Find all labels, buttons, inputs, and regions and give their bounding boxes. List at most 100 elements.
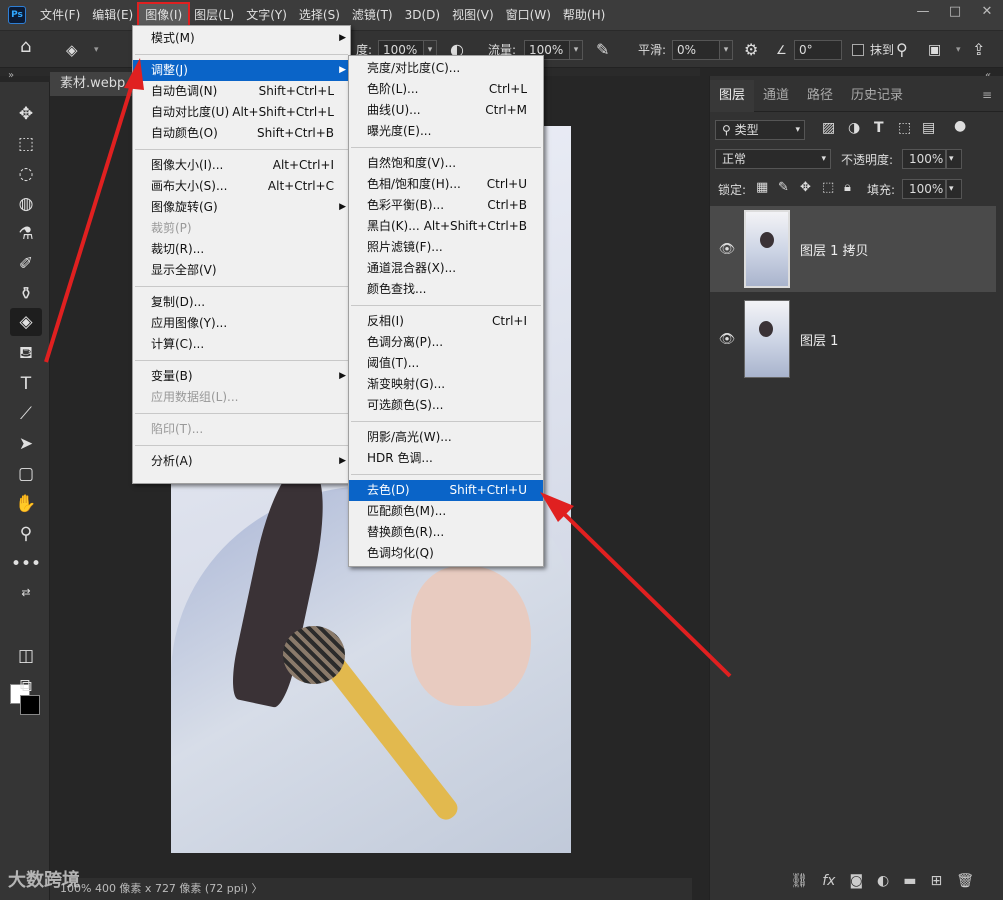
lock-position-icon[interactable]: ✥ <box>800 180 811 195</box>
fx-icon[interactable]: fx <box>822 873 835 889</box>
adjust-menu-item[interactable]: 曲线(U)... Ctrl+M <box>349 100 543 121</box>
opacity-chevron-icon[interactable]: ▾ <box>946 149 962 169</box>
adjust-menu-item[interactable]: 色阶(L)... Ctrl+L <box>349 79 543 100</box>
lock-artboard-icon[interactable]: ⬚ <box>822 180 834 195</box>
eraser-tool-icon[interactable]: ◈ <box>10 308 42 336</box>
image-menu-item[interactable]: 分析(A) ▶ <box>133 451 350 472</box>
quick-mask-icon[interactable]: ◫ <box>10 642 42 670</box>
image-menu-item[interactable]: 自动颜色(O) Shift+Ctrl+B <box>133 123 350 144</box>
eraser-tool-icon[interactable]: ◈ <box>66 40 78 60</box>
minimize-button[interactable]: — <box>907 0 939 24</box>
trash-icon[interactable]: 🗑︎ <box>956 873 974 889</box>
adjust-menu-item[interactable]: 色调均化(Q) <box>349 543 543 564</box>
quick-select-tool-icon[interactable]: ◍ <box>10 190 42 218</box>
visibility-eye-icon[interactable]: 👁︎ <box>710 242 744 257</box>
menu-9[interactable]: 窗口(W) <box>500 4 557 26</box>
workspace-chevron-icon[interactable]: ▾ <box>956 40 961 60</box>
layer-row[interactable]: 👁︎ 图层 1 <box>710 296 996 382</box>
adjust-menu-item[interactable]: 色调分离(P)... <box>349 332 543 353</box>
menu-10[interactable]: 帮助(H) <box>557 4 611 26</box>
adjust-menu-item[interactable]: 照片滤镜(F)... <box>349 237 543 258</box>
menu-8[interactable]: 视图(V) <box>446 4 500 26</box>
close-button[interactable]: ✕ <box>971 0 1003 24</box>
adjust-menu-item[interactable]: 反相(I) Ctrl+I <box>349 311 543 332</box>
image-menu-item[interactable]: 图像大小(I)... Alt+Ctrl+I <box>133 155 350 176</box>
brush-tool-icon[interactable]: ✐ <box>10 250 42 278</box>
eyedropper-tool-icon[interactable]: ⚗ <box>10 220 42 248</box>
toolbar-collapse-icon[interactable]: » <box>8 70 14 81</box>
tool-preset-chevron-icon[interactable]: ▾ <box>94 40 99 60</box>
layer-opacity-input[interactable]: 100% <box>902 149 946 169</box>
add-mask-icon[interactable]: ◙ <box>849 873 863 889</box>
adjust-menu-item[interactable]: 阴影/高光(W)... <box>349 427 543 448</box>
shape-filter-icon[interactable]: ⬚ <box>898 120 911 136</box>
image-menu-item[interactable]: 自动色调(N) Shift+Ctrl+L <box>133 81 350 102</box>
adjust-menu-item[interactable]: 通道混合器(X)... <box>349 258 543 279</box>
adjust-menu-item[interactable]: 替换颜色(R)... <box>349 522 543 543</box>
adjust-menu-item[interactable]: HDR 色调... <box>349 448 543 469</box>
adjust-menu-item[interactable]: 颜色查找... <box>349 279 543 300</box>
image-menu-item[interactable]: 复制(D)... <box>133 292 350 313</box>
tab-layers[interactable]: 图层 <box>710 80 755 112</box>
image-menu-item[interactable]: 模式(M) ▶ <box>133 28 350 49</box>
menu-5[interactable]: 选择(S) <box>293 4 346 26</box>
adjust-menu-item[interactable]: 曝光度(E)... <box>349 121 543 142</box>
marquee-tool-icon[interactable]: ⬚ <box>10 130 42 158</box>
airbrush-icon[interactable]: ✎ <box>596 40 609 60</box>
lock-all-icon[interactable]: 🔒︎ <box>844 180 851 195</box>
image-menu-item[interactable]: 变量(B) ▶ <box>133 366 350 387</box>
image-filter-icon[interactable]: ▨ <box>822 120 835 136</box>
hand-tool-icon[interactable]: ✋ <box>10 490 42 518</box>
tab-paths[interactable]: 路径 <box>798 80 842 112</box>
image-menu-item[interactable]: 调整(J) ▶ <box>133 60 350 81</box>
image-menu-item[interactable]: 自动对比度(U) Alt+Shift+Ctrl+L <box>133 102 350 123</box>
share-icon[interactable]: ⇪ <box>972 40 985 60</box>
visibility-eye-icon[interactable]: 👁︎ <box>710 332 744 347</box>
panel-menu-icon[interactable]: ≡ <box>982 88 992 102</box>
adjust-menu-item[interactable]: 去色(D) Shift+Ctrl+U <box>349 480 543 501</box>
screen-mode-icon[interactable]: ⧉ <box>10 672 42 700</box>
new-group-icon[interactable]: ▬ <box>903 873 916 889</box>
gear-icon[interactable]: ⚙ <box>744 40 758 60</box>
angle-input[interactable]: 0° <box>794 40 842 60</box>
type-filter-icon[interactable]: T <box>874 120 884 136</box>
swap-colors-icon[interactable]: ⇄ <box>10 578 42 606</box>
more-tools-icon[interactable]: ••• <box>10 550 42 578</box>
type-tool-icon[interactable]: T <box>10 370 42 398</box>
image-menu-item[interactable]: 显示全部(V) <box>133 260 350 281</box>
erase-to-history-checkbox[interactable] <box>852 44 864 56</box>
home-icon[interactable]: ⌂ <box>20 37 31 57</box>
link-layers-icon[interactable]: ⛓ <box>790 873 808 889</box>
tab-channels[interactable]: 通道 <box>754 80 798 112</box>
flow-dropdown-icon[interactable]: ▾ <box>569 40 583 60</box>
smooth-dropdown-icon[interactable]: ▾ <box>719 40 733 60</box>
adjust-menu-item[interactable]: 色相/饱和度(H)... Ctrl+U <box>349 174 543 195</box>
adjust-menu-item[interactable]: 可选颜色(S)... <box>349 395 543 416</box>
image-menu-item[interactable]: 应用图像(Y)... <box>133 313 350 334</box>
tab-history[interactable]: 历史记录 <box>842 80 912 112</box>
fill-input[interactable]: 100% <box>902 179 946 199</box>
move-tool-icon[interactable]: ✥ <box>10 100 42 128</box>
menu-0[interactable]: 文件(F) <box>34 4 86 26</box>
lasso-tool-icon[interactable]: ◌ <box>10 160 42 188</box>
filter-toggle-icon[interactable]: ● <box>954 118 966 134</box>
stamp-tool-icon[interactable]: ⚱ <box>10 280 42 308</box>
maximize-button[interactable]: □ <box>939 0 971 24</box>
shape-tool-icon[interactable]: ▢ <box>10 460 42 488</box>
workspace-icon[interactable]: ▣ <box>928 40 941 60</box>
image-menu-item[interactable]: 画布大小(S)... Alt+Ctrl+C <box>133 176 350 197</box>
menu-6[interactable]: 滤镜(T) <box>346 4 399 26</box>
lock-image-icon[interactable]: ✎ <box>778 180 789 195</box>
adjustment-layer-icon[interactable]: ◐ <box>877 873 889 889</box>
image-menu-item[interactable]: 图像旋转(G) ▶ <box>133 197 350 218</box>
smart-object-filter-icon[interactable]: ▤ <box>922 120 935 136</box>
lock-pixels-icon[interactable]: ▦ <box>756 180 768 195</box>
adjust-menu-item[interactable]: 阈值(T)... <box>349 353 543 374</box>
blend-mode-select[interactable]: 正常 ▾ <box>715 149 831 169</box>
adjust-menu-item[interactable]: 黑白(K)... Alt+Shift+Ctrl+B <box>349 216 543 237</box>
layer-name[interactable]: 图层 1 <box>800 330 838 349</box>
layer-name[interactable]: 图层 1 拷贝 <box>800 240 869 259</box>
layer-filter-select[interactable]: ⚲ 类型 ▾ <box>715 120 805 140</box>
adjust-menu-item[interactable]: 亮度/对比度(C)... <box>349 58 543 79</box>
adjustment-filter-icon[interactable]: ◑ <box>848 120 860 136</box>
